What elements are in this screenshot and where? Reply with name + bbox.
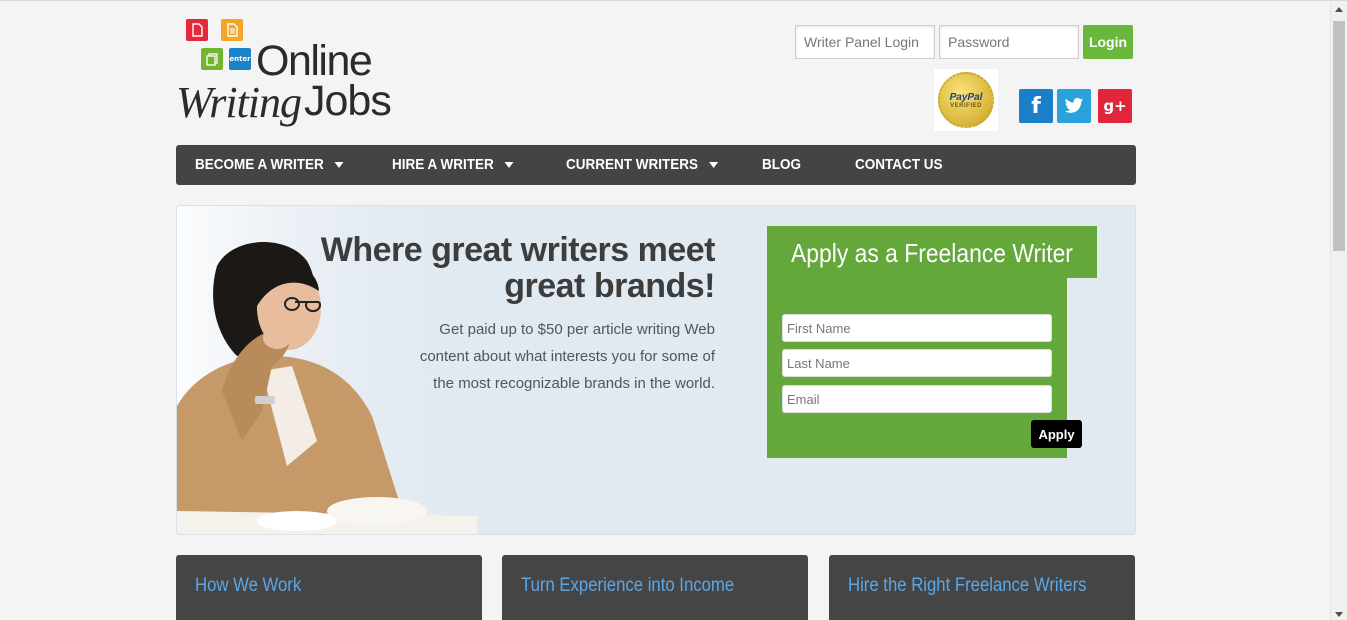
apply-title: Apply as a Freelance Writer (791, 238, 1073, 268)
card-title[interactable]: How We Work (195, 575, 301, 597)
nav-item-contact-us[interactable]: CONTACT US (855, 145, 942, 185)
password-input[interactable] (939, 25, 1079, 59)
login-button[interactable]: Login (1083, 25, 1133, 59)
scroll-down-arrow-icon[interactable] (1335, 612, 1343, 617)
paypal-brand: PayPal (949, 91, 983, 103)
page-container: enter Online Writing Jobs Login PayPal V… (176, 1, 1136, 620)
seal-icon: PayPal VERIFIED (938, 72, 994, 128)
scroll-thumb[interactable] (1333, 21, 1345, 251)
chevron-down-icon (334, 162, 344, 169)
site-logo[interactable]: enter Online Writing Jobs (176, 17, 406, 135)
card-hire-freelance-writers[interactable]: Hire the Right Freelance Writers (829, 555, 1135, 620)
card-title[interactable]: Turn Experience into Income (521, 575, 734, 597)
vertical-scrollbar[interactable] (1330, 1, 1347, 620)
hero-headline: Where great writers meet great brands! (295, 231, 716, 305)
hero-banner: Where great writers meet great brands! G… (176, 205, 1136, 535)
writer-login-input[interactable] (795, 25, 935, 59)
nav-label: HIRE A WRITER (392, 156, 494, 173)
hero-headline-line1: Where great writers meet (320, 231, 716, 269)
hero-subtext: Get paid up to $50 per article writing W… (419, 321, 715, 392)
nav-item-blog[interactable]: BLOG (762, 145, 801, 185)
scroll-up-arrow-icon[interactable] (1335, 7, 1343, 12)
nav-item-become-a-writer[interactable]: BECOME A WRITER (195, 145, 344, 185)
document-icon (186, 19, 208, 41)
logo-text-jobs: Jobs (304, 77, 392, 125)
paypal-verified-label: VERIFIED (950, 102, 982, 109)
card-how-we-work[interactable]: How We Work (176, 555, 482, 620)
nav-label: BECOME A WRITER (195, 156, 324, 173)
text-file-icon (221, 19, 243, 41)
nav-label: CURRENT WRITERS (566, 156, 699, 173)
facebook-icon[interactable]: f (1019, 89, 1053, 123)
google-plus-icon[interactable]: g+ (1098, 89, 1132, 123)
nav-item-hire-a-writer[interactable]: HIRE A WRITER (392, 145, 514, 185)
email-input[interactable] (782, 385, 1052, 413)
card-title[interactable]: Hire the Right Freelance Writers (848, 575, 1087, 597)
copy-icon (201, 48, 223, 70)
main-nav: BECOME A WRITER HIRE A WRITER CURRENT WR… (176, 145, 1136, 185)
nav-label: BLOG (762, 156, 802, 173)
nav-item-current-writers[interactable]: CURRENT WRITERS (566, 145, 718, 185)
apply-button[interactable]: Apply (1031, 420, 1082, 448)
hero-headline-line2: great brands! (504, 267, 715, 305)
chevron-down-icon (504, 162, 514, 169)
last-name-input[interactable] (782, 349, 1052, 377)
nav-label: CONTACT US (855, 156, 943, 173)
twitter-icon[interactable] (1057, 89, 1091, 123)
paypal-verified-seal[interactable]: PayPal VERIFIED (934, 69, 998, 131)
enter-key-icon: enter (229, 48, 251, 70)
chevron-down-icon (708, 162, 718, 169)
first-name-input[interactable] (782, 314, 1052, 342)
card-turn-experience-into-income[interactable]: Turn Experience into Income (502, 555, 808, 620)
logo-text-writing: Writing (176, 78, 302, 127)
